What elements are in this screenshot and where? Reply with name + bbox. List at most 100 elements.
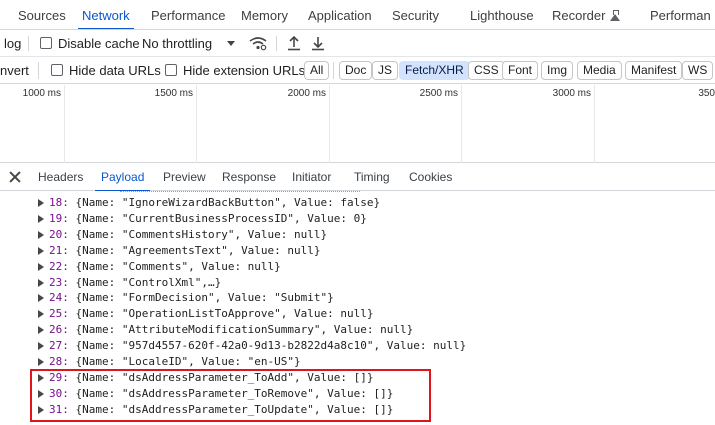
- toolbar-divider: [276, 36, 277, 51]
- hide-extension-urls-label[interactable]: Hide extension URLs: [183, 57, 305, 84]
- payload-row-text: 25: {Name: "OperationListToApprove", Val…: [49, 306, 374, 322]
- payload-row-index: 18:: [49, 196, 69, 209]
- tab-security[interactable]: Security: [392, 0, 439, 29]
- request-detail-tabs: Headers Payload Preview Response Initiat…: [0, 164, 715, 192]
- tab-memory[interactable]: Memory: [241, 0, 288, 29]
- tab-payload[interactable]: Payload: [94, 164, 151, 192]
- filter-all[interactable]: All: [304, 61, 330, 80]
- filter-media[interactable]: Media: [577, 61, 622, 80]
- tab-recorder-label: Recorder: [552, 8, 606, 23]
- payload-row-value: {Name: "CurrentBusinessProcessID", Value…: [75, 211, 367, 225]
- timeline-gridline: [461, 85, 462, 163]
- disable-cache-checkbox[interactable]: [40, 37, 52, 49]
- expand-triangle-icon[interactable]: [38, 214, 44, 223]
- export-har-icon[interactable]: [311, 35, 325, 51]
- devtools-tab-bar: Sources Network Performance Memory Appli…: [0, 0, 715, 30]
- payload-row-index: 22:: [49, 259, 69, 273]
- payload-row-index: 24:: [49, 291, 69, 305]
- network-conditions-icon[interactable]: [249, 36, 267, 51]
- payload-row-value: {Name: "IgnoreWizardBackButton", Value: …: [75, 196, 381, 209]
- payload-row-text: 24: {Name: "FormDecision", Value: "Submi…: [49, 290, 334, 306]
- filter-ws[interactable]: WS: [682, 61, 714, 80]
- toolbar-divider: [28, 36, 29, 51]
- clipped-row-edge: [120, 191, 360, 193]
- throttling-select[interactable]: No throttling: [142, 30, 212, 57]
- payload-row-index: 21:: [49, 243, 69, 257]
- timeline-gridline: [64, 85, 65, 163]
- timeline-gridline: [594, 85, 595, 163]
- filter-manifest[interactable]: Manifest: [625, 61, 683, 80]
- tab-recorder[interactable]: Recorder: [552, 0, 621, 29]
- close-icon[interactable]: [8, 170, 22, 184]
- timeline-tick-label: 1500 ms: [154, 88, 193, 99]
- expand-triangle-icon[interactable]: [38, 246, 44, 255]
- payload-row-index: 19:: [49, 211, 69, 225]
- network-toolbar: log Disable cache No throttling: [0, 30, 715, 57]
- payload-row-text: 28: {Name: "LocaleID", Value: "en-US"}: [49, 354, 301, 370]
- tab-application[interactable]: Application: [308, 0, 372, 29]
- expand-triangle-icon[interactable]: [38, 278, 44, 287]
- filter-js[interactable]: JS: [372, 61, 399, 80]
- payload-row-text: 21: {Name: "AgreementsText", Value: null…: [49, 243, 321, 259]
- invert-label[interactable]: nvert: [0, 57, 29, 84]
- payload-row-index: 25:: [49, 307, 69, 321]
- network-overview-timeline[interactable]: 1000 ms 1500 ms 2000 ms 2500 ms 3000 ms …: [0, 85, 715, 163]
- expand-triangle-icon[interactable]: [38, 262, 44, 271]
- expand-triangle-icon[interactable]: [38, 342, 44, 351]
- disable-cache-label[interactable]: Disable cache: [58, 30, 140, 57]
- tab-preview[interactable]: Preview: [163, 164, 206, 191]
- tab-performance-insights[interactable]: Performan: [650, 0, 711, 29]
- payload-row-index: 20:: [49, 227, 69, 241]
- flask-icon: [610, 10, 621, 21]
- chevron-down-icon[interactable]: [227, 41, 235, 46]
- filter-font[interactable]: Font: [502, 61, 539, 80]
- tab-response[interactable]: Response: [222, 164, 276, 191]
- payload-row-value: {Name: "AgreementsText", Value: null}: [75, 243, 321, 257]
- expand-triangle-icon[interactable]: [38, 294, 44, 303]
- timeline-gridline: [196, 85, 197, 163]
- payload-row-value: {Name: "Comments", Value: null}: [75, 259, 281, 273]
- filter-doc[interactable]: Doc: [339, 61, 373, 80]
- filter-css[interactable]: CSS: [468, 61, 505, 80]
- payload-row-value: {Name: "AttributeModificationSummary", V…: [75, 323, 414, 337]
- import-har-icon[interactable]: [287, 35, 301, 51]
- preserve-log-label[interactable]: log: [4, 30, 21, 57]
- tab-performance[interactable]: Performance: [151, 0, 225, 29]
- timeline-tick-label: 2000 ms: [287, 88, 326, 99]
- payload-row-value: {Name: "LocaleID", Value: "en-US"}: [75, 355, 301, 368]
- payload-row-index: 23:: [49, 275, 69, 289]
- timeline-gridline: [329, 85, 330, 163]
- filter-img[interactable]: Img: [541, 61, 574, 80]
- expand-triangle-icon[interactable]: [38, 310, 44, 319]
- payload-row-index: 28:: [49, 355, 69, 368]
- timeline-tick-label: 3000 ms: [552, 88, 591, 99]
- tab-headers[interactable]: Headers: [38, 164, 83, 191]
- expand-triangle-icon[interactable]: [38, 199, 44, 207]
- filter-toolbar: nvert Hide data URLs Hide extension URLs…: [0, 57, 715, 84]
- payload-row-value: {Name: "FormDecision", Value: "Submit"}: [75, 291, 334, 305]
- payload-row-value: {Name: "CommentsHistory", Value: null}: [75, 227, 328, 241]
- highlight-annotation-box: [30, 369, 431, 422]
- hide-data-urls-checkbox[interactable]: [51, 64, 63, 76]
- tab-cookies[interactable]: Cookies: [409, 164, 452, 191]
- payload-row-text: 20: {Name: "CommentsHistory", Value: nul…: [49, 227, 327, 243]
- expand-triangle-icon[interactable]: [38, 358, 44, 366]
- payload-row-text: 19: {Name: "CurrentBusinessProcessID", V…: [49, 211, 367, 227]
- tab-network[interactable]: Network: [78, 0, 134, 29]
- filter-fetch-xhr[interactable]: Fetch/XHR: [399, 61, 470, 80]
- payload-row-value: {Name: "ControlXml",…}: [75, 275, 222, 289]
- payload-row-value: {Name: "OperationListToApprove", Value: …: [75, 307, 374, 321]
- payload-row-text: 27: {Name: "957d4557-620f-42a0-9d13-b282…: [49, 338, 466, 354]
- timeline-tick-label: 1000 ms: [22, 88, 61, 99]
- tab-initiator[interactable]: Initiator: [292, 164, 331, 191]
- tab-sources[interactable]: Sources: [18, 0, 66, 29]
- payload-row-index: 27:: [49, 339, 69, 353]
- tab-timing[interactable]: Timing: [354, 164, 390, 191]
- payload-row-text: 22: {Name: "Comments", Value: null}: [49, 259, 281, 275]
- tab-lighthouse[interactable]: Lighthouse: [470, 0, 534, 29]
- hide-extension-urls-checkbox[interactable]: [165, 64, 177, 76]
- expand-triangle-icon[interactable]: [38, 326, 44, 335]
- timeline-tick-label: 350: [698, 88, 715, 99]
- hide-data-urls-label[interactable]: Hide data URLs: [69, 57, 161, 84]
- expand-triangle-icon[interactable]: [38, 230, 44, 239]
